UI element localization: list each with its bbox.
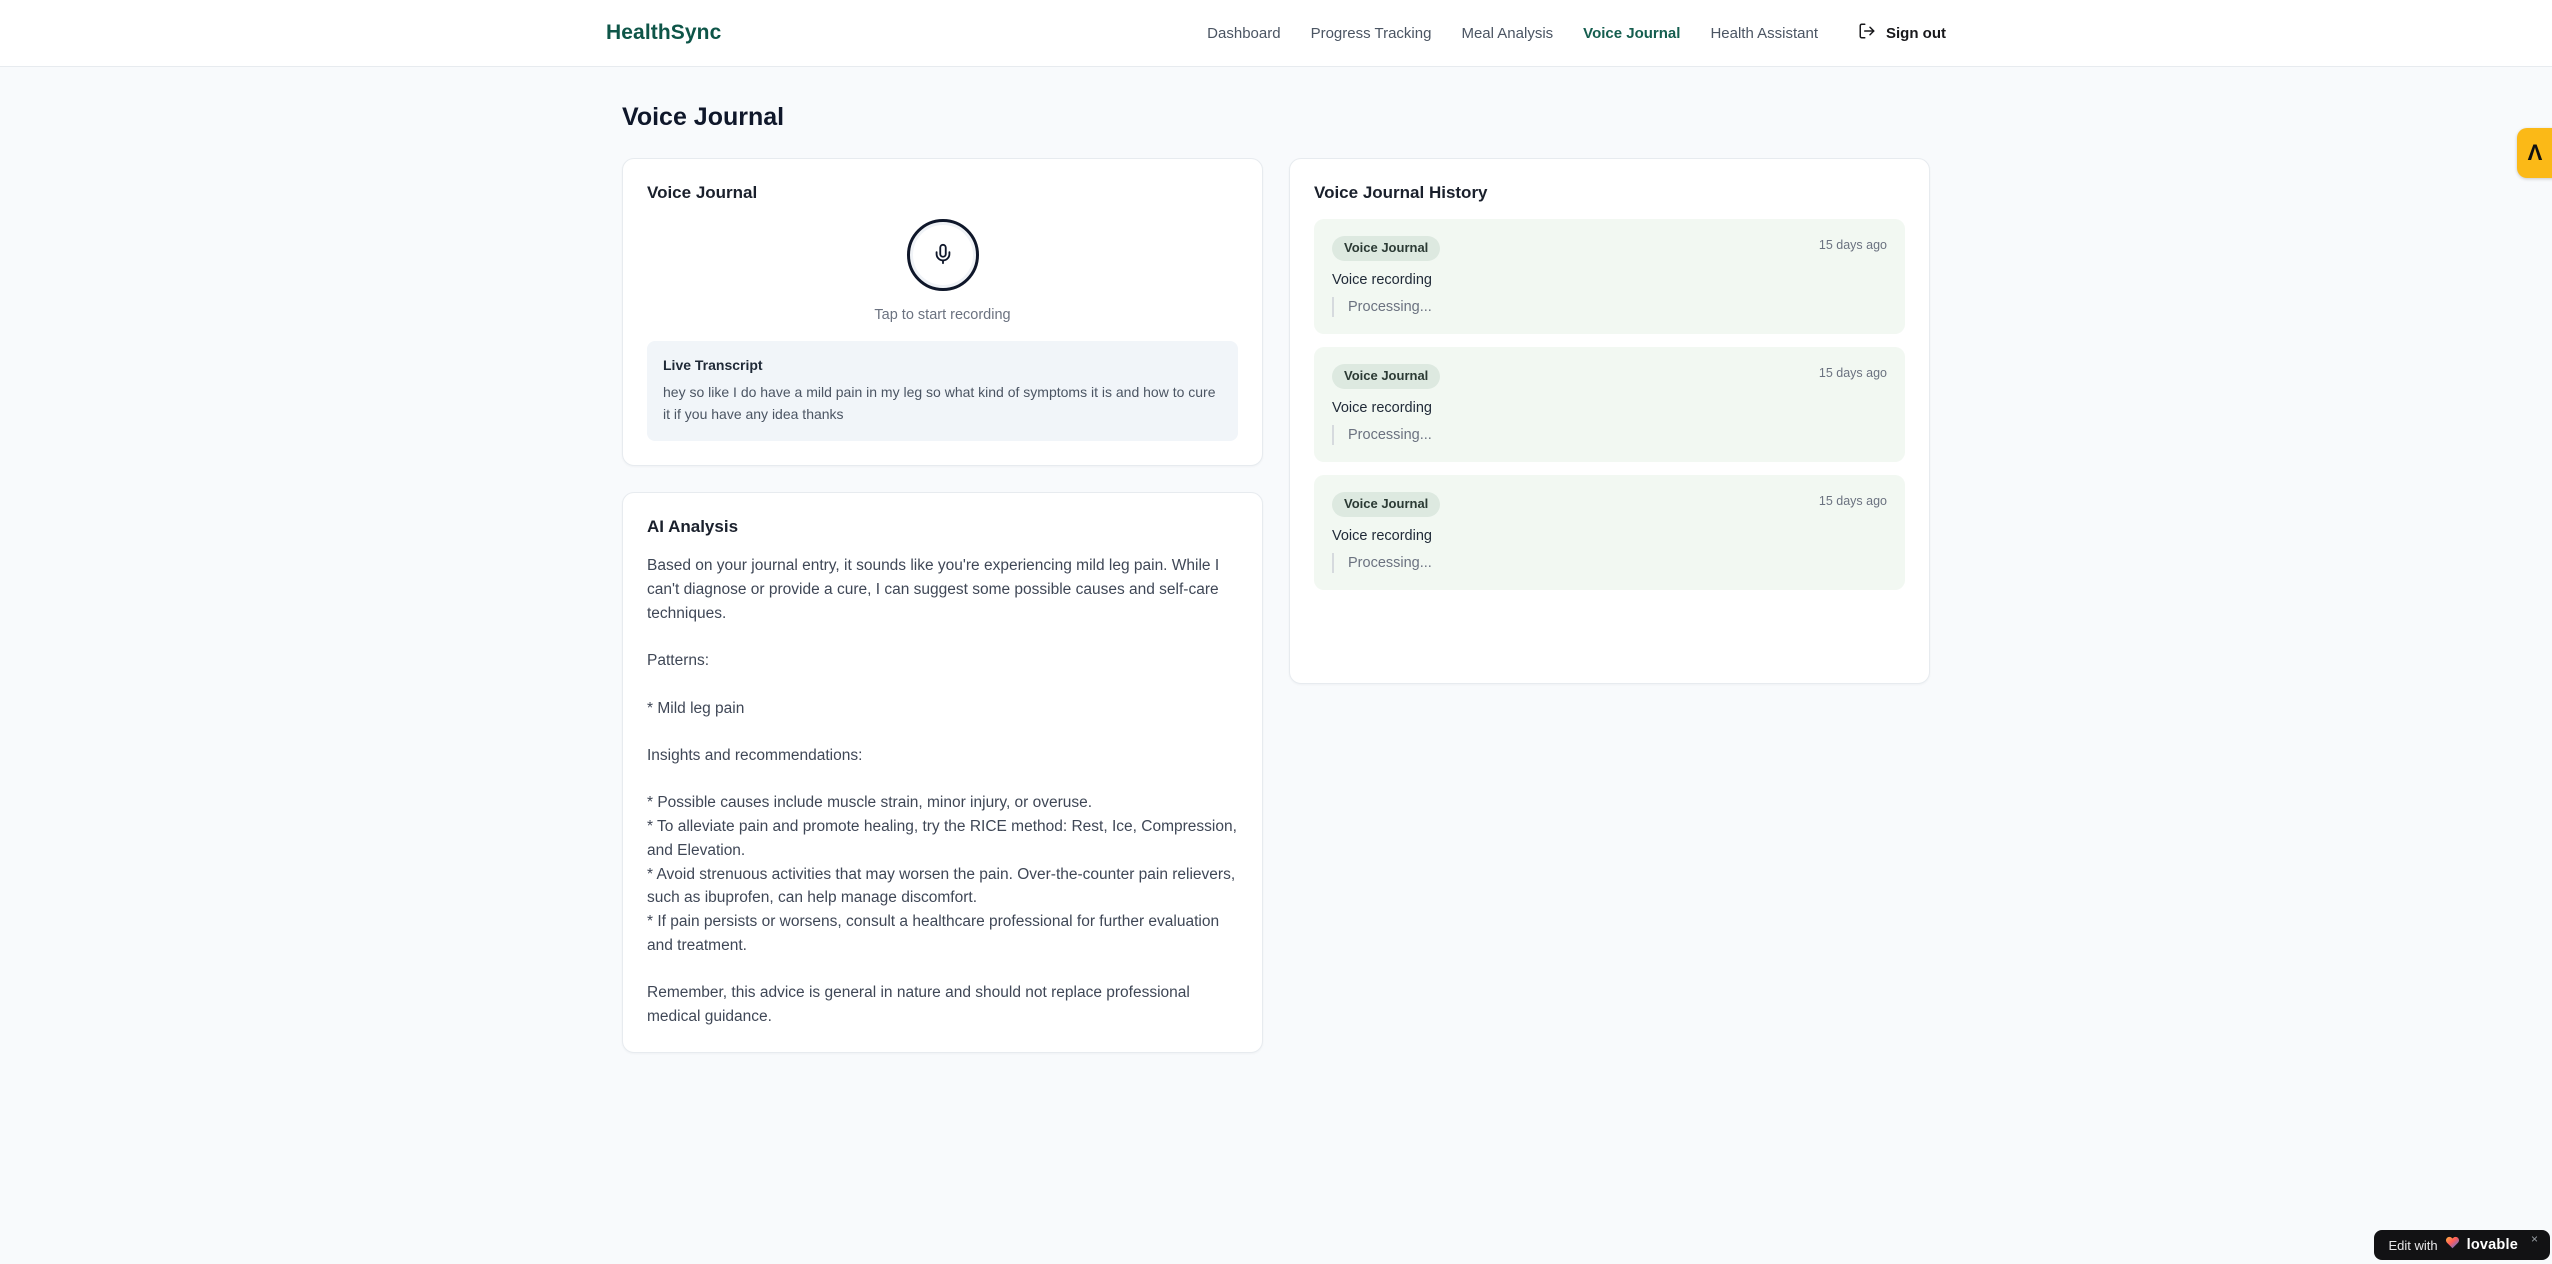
content-grid: Voice Journal Tap to start recording Liv…	[622, 158, 1930, 1054]
history-card-title: Voice Journal History	[1314, 183, 1488, 202]
close-icon[interactable]: ×	[2531, 1232, 2538, 1246]
app-logo[interactable]: HealthSync	[606, 21, 721, 45]
nav-item-progress-tracking[interactable]: Progress Tracking	[1311, 25, 1432, 42]
history-list: Voice Journal 15 days ago Voice recordin…	[1314, 219, 1905, 659]
live-transcript-text: hey so like I do have a mild pain in my …	[663, 384, 1216, 422]
live-transcript-box: Live Transcript hey so like I do have a …	[647, 341, 1238, 442]
entry-status: Processing...	[1332, 552, 1887, 573]
left-column: Voice Journal Tap to start recording Liv…	[622, 158, 1263, 1054]
entry-label: Voice recording	[1332, 399, 1432, 416]
recorder-card-title: Voice Journal	[647, 183, 758, 202]
tap-to-record-hint: Tap to start recording	[874, 307, 1011, 323]
header-container: HealthSync Dashboard Progress Tracking M…	[604, 0, 1948, 66]
entry-header: Voice Journal 15 days ago	[1332, 236, 1887, 261]
entry-header: Voice Journal 15 days ago	[1332, 363, 1887, 389]
voice-recorder-card: Voice Journal Tap to start recording Liv…	[622, 158, 1263, 467]
ai-analysis-text: Based on your journal entry, it sounds l…	[647, 557, 1237, 1025]
entry-label: Voice recording	[1332, 527, 1432, 544]
page-title: Voice Journal	[622, 103, 785, 131]
entry-status: Processing...	[1332, 424, 1887, 445]
edit-with-lovable-badge[interactable]: Edit with lovable ×	[2374, 1230, 2550, 1260]
nav-item-dashboard[interactable]: Dashboard	[1207, 25, 1280, 42]
ai-analysis-title: AI Analysis	[647, 517, 739, 537]
microphone-icon	[932, 243, 954, 268]
nav-item-voice-journal[interactable]: Voice Journal	[1583, 25, 1680, 42]
log-out-icon	[1858, 22, 1876, 44]
history-entry[interactable]: Voice Journal 15 days ago Voice recordin…	[1314, 474, 1905, 590]
history-entry[interactable]: Voice Journal 15 days ago Voice recordin…	[1314, 346, 1905, 462]
sign-out-label: Sign out	[1886, 24, 1946, 42]
live-transcript-label: Live Transcript	[663, 357, 763, 373]
voice-journal-history-card: Voice Journal History Voice Journal 15 d…	[1289, 158, 1930, 684]
record-button[interactable]	[906, 219, 979, 291]
recording-zone: Tap to start recording Live Transcript h…	[647, 219, 1238, 442]
entry-type-badge: Voice Journal	[1332, 491, 1441, 517]
nav-item-health-assistant[interactable]: Health Assistant	[1710, 25, 1818, 42]
entry-status: Processing...	[1332, 296, 1887, 317]
sign-out-button[interactable]: Sign out	[1858, 22, 1946, 44]
nav-item-meal-analysis[interactable]: Meal Analysis	[1461, 25, 1553, 42]
edit-with-label: Edit with	[2388, 1237, 2438, 1253]
history-entry[interactable]: Voice Journal 15 days ago Voice recordin…	[1314, 219, 1905, 334]
main-content: Voice Journal Voice Journal Tap to start…	[616, 67, 1936, 1054]
ai-analysis-card: AI Analysis Based on your journal entry,…	[622, 492, 1263, 1054]
top-header: HealthSync Dashboard Progress Tracking M…	[0, 0, 2552, 67]
entry-type-badge: Voice Journal	[1332, 236, 1441, 261]
lovable-logo-icon: Λ	[2527, 140, 2543, 165]
lovable-side-button[interactable]: Λ	[2517, 128, 2552, 178]
entry-type-badge: Voice Journal	[1332, 363, 1441, 389]
heart-icon	[2445, 1235, 2460, 1255]
entry-header: Voice Journal 15 days ago	[1332, 491, 1887, 517]
entry-timestamp: 15 days ago	[1818, 365, 1887, 380]
lovable-wordmark: lovable	[2466, 1237, 2518, 1253]
entry-label: Voice recording	[1332, 271, 1432, 288]
main-nav: Dashboard Progress Tracking Meal Analysi…	[1207, 22, 1946, 44]
entry-timestamp: 15 days ago	[1818, 238, 1887, 252]
entry-timestamp: 15 days ago	[1818, 493, 1887, 508]
right-column: Voice Journal History Voice Journal 15 d…	[1289, 158, 1930, 684]
